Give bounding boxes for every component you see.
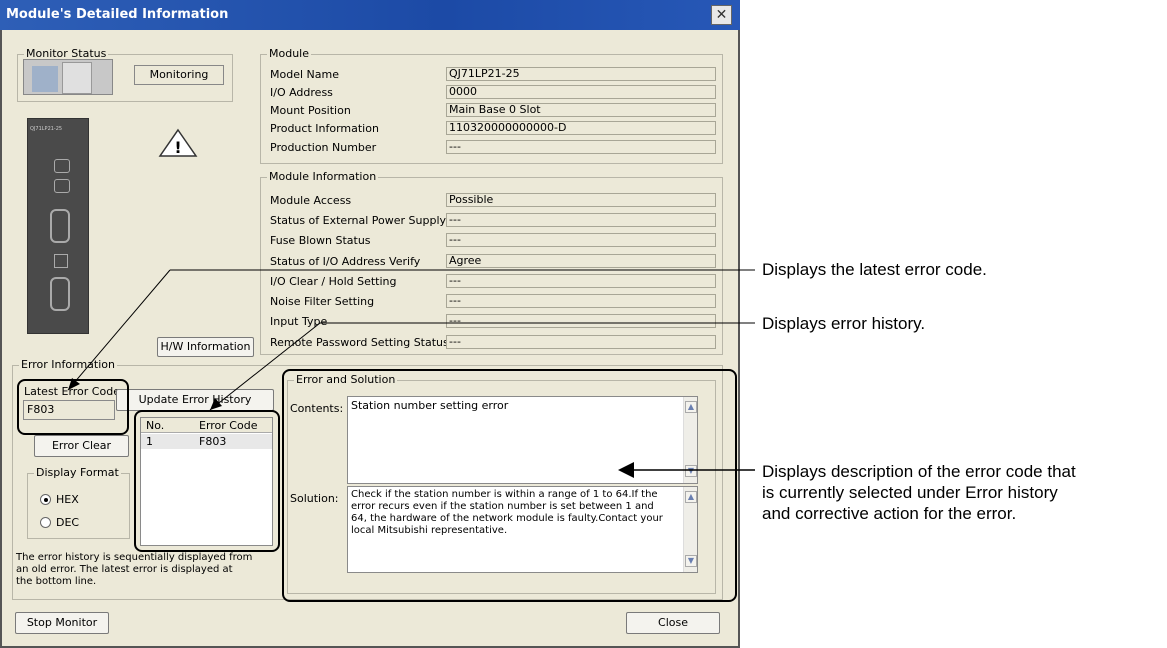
callout-error-history: Displays error history. <box>762 314 926 333</box>
callout-description: Displays description of the error code t… <box>762 462 1076 523</box>
annotation-lines <box>67 269 755 478</box>
callout-latest-error: Displays the latest error code. <box>762 260 987 279</box>
